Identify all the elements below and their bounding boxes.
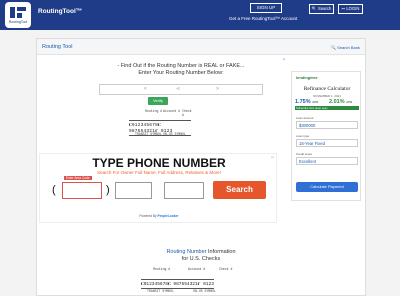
intro-line-1: - Find Out if the Routing Number is REAL… (117, 63, 245, 69)
header-search-button[interactable]: 🔍 Search (309, 4, 334, 14)
logo-mark (10, 7, 15, 18)
check-diagram-small: Routing # Account # Check # ⑆012345678⑆ … (129, 109, 192, 139)
check-label: Check # (219, 267, 233, 271)
credit-score-select[interactable]: Excellent (296, 157, 358, 165)
top-navigation-bar: RoutingTool RoutingTool™ SIGN UP Get a F… (0, 0, 400, 30)
ad-choices-icon[interactable]: ▷ (283, 57, 285, 61)
ad-subtitle: Search For Owner Full Name, Full Address… (97, 170, 221, 175)
account-label: Account # (188, 267, 206, 271)
account-label: Account # (163, 109, 181, 113)
phone-line-input[interactable] (164, 182, 204, 199)
intro-line-2: Enter Your Routing Number Below: (138, 70, 224, 76)
check-label: Check # (182, 109, 192, 117)
calculator-date: NOVEMBER 1, 2021 (312, 94, 341, 98)
next-icon[interactable]: > (216, 86, 219, 92)
lendingtree-logo: lendingtree (296, 75, 318, 80)
powered-brand: PeopleLooker (157, 214, 179, 218)
info-title: Routing Number Information for U.S. Chec… (121, 249, 281, 263)
main-panel: Routing Tool 🔍 Search Bank - Find Out if… (36, 38, 366, 296)
ad-title: TYPE PHONE NUMBER (92, 156, 226, 170)
area-code-input[interactable] (62, 182, 102, 199)
routing-label: Routing # (145, 109, 163, 113)
intro-text: - Find Out if the Routing Number is REAL… (101, 63, 261, 77)
rate-1-value: 1.75% (295, 99, 311, 105)
rate-info-bar: Subscribe Nov (loan see) (295, 106, 359, 110)
panel-header: Routing Tool 🔍 Search Bank (37, 39, 365, 55)
loan-type-select[interactable]: 15-Year Fixed (296, 139, 358, 147)
check-diagram-large: Routing # Account # Check # ⑆012345678⑆ … (133, 267, 243, 293)
login-label: LOGIN (346, 6, 360, 11)
login-button[interactable]: ↦ LOGIN (338, 4, 363, 14)
previous-icon[interactable]: < (144, 86, 147, 92)
routingtool-logo[interactable]: RoutingTool (5, 2, 31, 28)
brand-name[interactable]: RoutingTool™ (38, 8, 82, 15)
logo-mark (17, 13, 22, 18)
credit-score-label: Credit score (296, 152, 313, 156)
calculator-title: Refinance Calculator (303, 86, 351, 92)
ad-search-button[interactable]: Search (213, 181, 266, 199)
search-bank-label: Search Bank (337, 45, 360, 50)
powered-prefix: Powered By (139, 214, 157, 218)
rate-2: 2.01% APR (329, 99, 352, 105)
routing-number-input-row[interactable]: < ⋖ > (99, 84, 263, 95)
refinance-calculator: lendingtree Refinance Calculator NOVEMBE… (291, 71, 361, 201)
paren-close: ) (106, 184, 110, 196)
micr-line: ⑆012345678⑆ 987654321⑈ 0123 (141, 279, 214, 289)
ad-powered-by: Powered By PeopleLooker (40, 214, 278, 218)
rate-2-value: 2.01% (329, 99, 345, 105)
logo-caption: RoutingTool (8, 20, 28, 24)
search-label: Search (318, 6, 332, 11)
phone-lookup-ad[interactable]: ▷ TYPE PHONE NUMBER Search For Owner Ful… (39, 153, 277, 223)
transit-symbol-label: TRANSIT SYMBOL (147, 289, 174, 293)
loan-amount-field[interactable]: $300000 (296, 121, 358, 129)
rate-2-unit: APR (346, 100, 353, 104)
rate-1: 1.75% APR (295, 99, 318, 105)
info-rest: Information (206, 249, 236, 255)
paren-open: ( (52, 184, 56, 196)
logo-mark (17, 7, 26, 11)
signup-button[interactable]: SIGN UP (250, 3, 282, 13)
info-line-1: Routing Number Information (121, 249, 281, 256)
loan-type-label: Loan type (296, 134, 310, 138)
phone-prefix-input[interactable] (115, 182, 152, 199)
onus-symbol-label: ON-US SYMBOL (193, 289, 216, 293)
rate-1-unit: APR (312, 100, 319, 104)
onus-symbol-label: ON-US SYMBOL (163, 132, 186, 136)
verify-button[interactable]: Verify (148, 97, 168, 105)
share-icon[interactable]: ⋖ (176, 86, 180, 92)
panel-title: Routing Tool (42, 44, 73, 50)
info-line-2: for U.S. Checks (181, 256, 221, 262)
free-account-link[interactable]: Get a Free RoutingTool™ Account (229, 16, 297, 21)
calculate-payment-button[interactable]: Calculate Payment (296, 182, 358, 192)
search-bank-link[interactable]: 🔍 Search Bank (331, 45, 360, 50)
area-code-label: Enter Area Code (64, 176, 92, 180)
transit-symbol-label: TRANSIT SYMBOL (135, 132, 162, 136)
loan-amount-label: Loan amount (296, 116, 314, 120)
routing-label: Routing # (153, 267, 171, 271)
info-highlight[interactable]: Routing Number (166, 249, 206, 255)
